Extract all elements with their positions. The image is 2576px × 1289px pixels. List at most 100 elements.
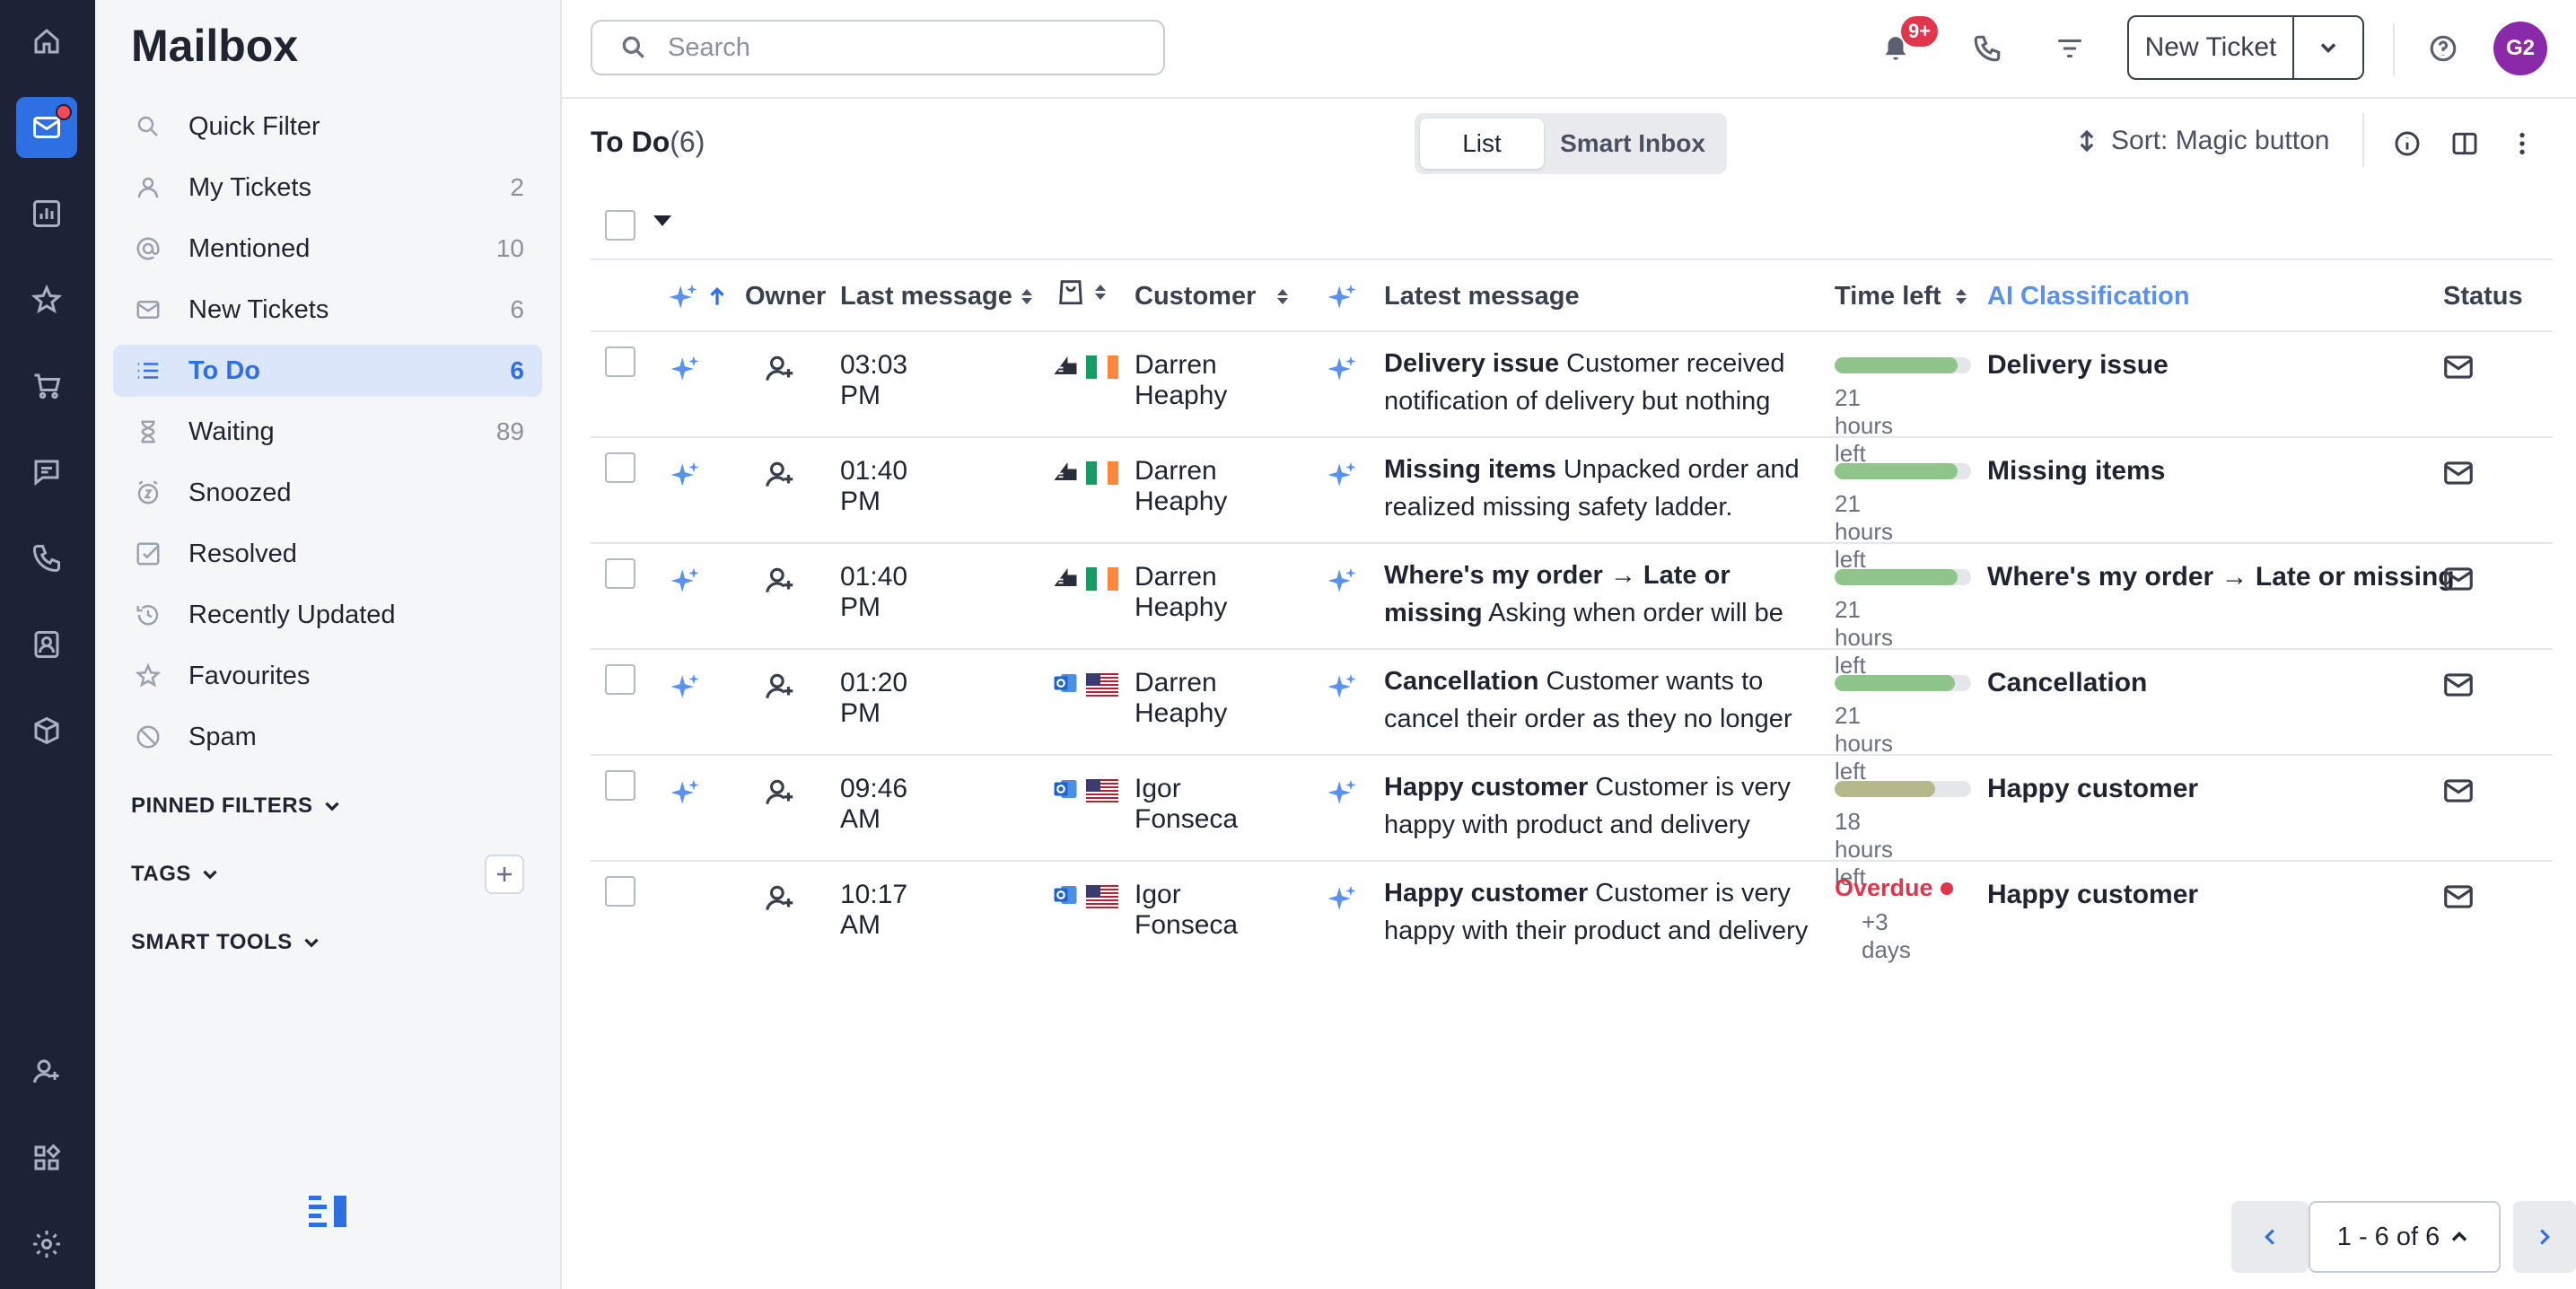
sidebar-item-label: Spam bbox=[188, 722, 257, 751]
rail-settings-button[interactable] bbox=[16, 1214, 77, 1275]
sidebar-item-resolved[interactable]: Resolved bbox=[113, 528, 542, 580]
call-button[interactable] bbox=[1962, 23, 2012, 74]
ai-assist-button[interactable] bbox=[670, 566, 700, 601]
status-button[interactable] bbox=[2441, 562, 2475, 601]
ai-assist-button[interactable] bbox=[670, 460, 700, 495]
snooze-icon bbox=[137, 480, 159, 504]
status-button[interactable] bbox=[2441, 456, 2475, 495]
rail-contacts-button[interactable] bbox=[16, 614, 77, 675]
tags-toggle[interactable]: TAGS bbox=[131, 862, 222, 887]
next-page-button[interactable] bbox=[2513, 1201, 2576, 1273]
column-header-last-message[interactable]: Last message bbox=[840, 282, 1032, 311]
row-checkbox[interactable] bbox=[605, 664, 635, 695]
column-header-channel[interactable] bbox=[1056, 276, 1106, 307]
ai-summary-button[interactable] bbox=[1327, 777, 1357, 812]
avatar[interactable]: G2 bbox=[2493, 22, 2547, 75]
sidebar-item-to-do[interactable]: To Do 6 bbox=[113, 345, 542, 397]
column-header-time-left[interactable]: Time left bbox=[1835, 282, 1967, 311]
sidebar-item-new-tickets[interactable]: New Tickets 6 bbox=[113, 284, 542, 336]
latest-message-preview[interactable]: Where's my order → Late or missing Askin… bbox=[1384, 557, 1811, 632]
ai-summary-button[interactable] bbox=[1327, 883, 1357, 918]
ai-assist-button[interactable] bbox=[670, 671, 700, 706]
status-button[interactable] bbox=[2441, 668, 2475, 706]
ai-summary-button[interactable] bbox=[1327, 460, 1357, 495]
row-checkbox[interactable] bbox=[605, 876, 635, 907]
latest-message-preview[interactable]: Happy customer Customer is very happy wi… bbox=[1384, 874, 1811, 950]
ai-summary-button[interactable] bbox=[1327, 566, 1357, 601]
assign-owner-button[interactable] bbox=[763, 881, 797, 920]
sidebar-item-mentioned[interactable]: Mentioned 10 bbox=[113, 223, 542, 275]
customer-name[interactable]: Igor Fonseca bbox=[1135, 880, 1238, 941]
sidebar-item-waiting[interactable]: Waiting 89 bbox=[113, 406, 542, 458]
status-button[interactable] bbox=[2441, 774, 2475, 812]
rail-invite-button[interactable] bbox=[16, 1041, 77, 1102]
rail-mail-button[interactable] bbox=[16, 97, 77, 158]
sort-button[interactable]: Sort: Magic button bbox=[2073, 126, 2329, 156]
rail-reports-button[interactable] bbox=[16, 183, 77, 244]
ai-assist-button[interactable] bbox=[670, 354, 700, 389]
more-options-button[interactable] bbox=[2502, 124, 2542, 163]
customer-name[interactable]: Darren Heaphy bbox=[1135, 350, 1227, 411]
assign-owner-button[interactable] bbox=[763, 352, 797, 390]
settings-icon bbox=[33, 1231, 60, 1258]
sidebar-item-my-tickets[interactable]: My Tickets 2 bbox=[113, 162, 542, 214]
add-tag-button[interactable] bbox=[485, 855, 524, 894]
tab-smart-inbox[interactable]: Smart Inbox bbox=[1544, 118, 1722, 169]
row-checkbox[interactable] bbox=[605, 452, 635, 483]
collapse-sidebar-icon[interactable] bbox=[309, 1194, 350, 1230]
block-icon bbox=[136, 725, 160, 749]
sidebar-item-favourites[interactable]: Favourites bbox=[113, 650, 542, 702]
rail-chat-button[interactable] bbox=[16, 442, 77, 503]
sidebar-item-snoozed[interactable]: Snoozed bbox=[113, 467, 542, 519]
hourglass-icon bbox=[141, 420, 155, 443]
row-checkbox[interactable] bbox=[605, 770, 635, 801]
column-header-customer[interactable]: Customer bbox=[1135, 282, 1289, 311]
new-ticket-menu-button[interactable] bbox=[2294, 17, 2362, 78]
status-button[interactable] bbox=[2441, 880, 2475, 918]
rail-favourites-button[interactable] bbox=[16, 269, 77, 330]
ai-sort-header[interactable] bbox=[668, 282, 729, 312]
ai-classification: Cancellation bbox=[1987, 668, 2148, 697]
row-checkbox[interactable] bbox=[605, 558, 635, 589]
sidebar-item-quick-filter[interactable]: Quick Filter bbox=[113, 101, 542, 153]
rail-phone-button[interactable] bbox=[16, 528, 77, 589]
divider bbox=[2362, 113, 2364, 167]
ai-summary-button[interactable] bbox=[1327, 354, 1357, 389]
assign-owner-button[interactable] bbox=[763, 564, 797, 602]
select-menu-caret[interactable] bbox=[653, 215, 671, 226]
rail-knowledge-button[interactable] bbox=[16, 700, 77, 761]
row-checkbox[interactable] bbox=[605, 346, 635, 377]
latest-message-preview[interactable]: Happy customer Customer is very happy wi… bbox=[1384, 768, 1811, 844]
smart-tools-toggle[interactable]: SMART TOOLS bbox=[131, 930, 323, 955]
help-button[interactable] bbox=[2418, 23, 2468, 74]
page-range-selector[interactable]: 1 - 6 of 6 bbox=[2309, 1201, 2501, 1273]
assign-owner-button[interactable] bbox=[763, 458, 797, 496]
status-button[interactable] bbox=[2441, 350, 2475, 389]
rail-home-button[interactable] bbox=[16, 11, 77, 72]
assign-owner-button[interactable] bbox=[763, 670, 797, 708]
rail-apps-button[interactable] bbox=[16, 1127, 77, 1188]
sidebar-item-recently-updated[interactable]: Recently Updated bbox=[113, 589, 542, 641]
ai-assist-button[interactable] bbox=[670, 777, 700, 812]
search-input[interactable] bbox=[668, 32, 1135, 63]
latest-message-preview[interactable]: Delivery issue Customer received notific… bbox=[1384, 345, 1811, 420]
previous-page-button[interactable] bbox=[2231, 1201, 2309, 1273]
ai-summary-button[interactable] bbox=[1327, 671, 1357, 706]
customer-name[interactable]: Darren Heaphy bbox=[1135, 668, 1227, 729]
select-all-checkbox[interactable] bbox=[605, 210, 635, 241]
rail-orders-button[interactable] bbox=[16, 355, 77, 417]
split-view-button[interactable] bbox=[2445, 124, 2484, 163]
customer-name[interactable]: Darren Heaphy bbox=[1135, 562, 1227, 623]
search-box[interactable] bbox=[591, 20, 1165, 75]
assign-owner-button[interactable] bbox=[763, 776, 797, 814]
sidebar-item-spam[interactable]: Spam bbox=[113, 711, 542, 763]
customer-name[interactable]: Igor Fonseca bbox=[1135, 774, 1238, 835]
info-button[interactable] bbox=[2388, 124, 2427, 163]
latest-message-preview[interactable]: Cancellation Customer wants to cancel th… bbox=[1384, 662, 1811, 738]
tab-list[interactable]: List bbox=[1420, 118, 1544, 169]
customer-name[interactable]: Darren Heaphy bbox=[1135, 456, 1227, 517]
new-ticket-button[interactable]: New Ticket bbox=[2129, 17, 2294, 78]
filter-button[interactable] bbox=[2045, 23, 2095, 74]
pinned-filters-toggle[interactable]: PINNED FILTERS bbox=[131, 794, 344, 819]
latest-message-preview[interactable]: Missing items Unpacked order and realize… bbox=[1384, 451, 1811, 526]
